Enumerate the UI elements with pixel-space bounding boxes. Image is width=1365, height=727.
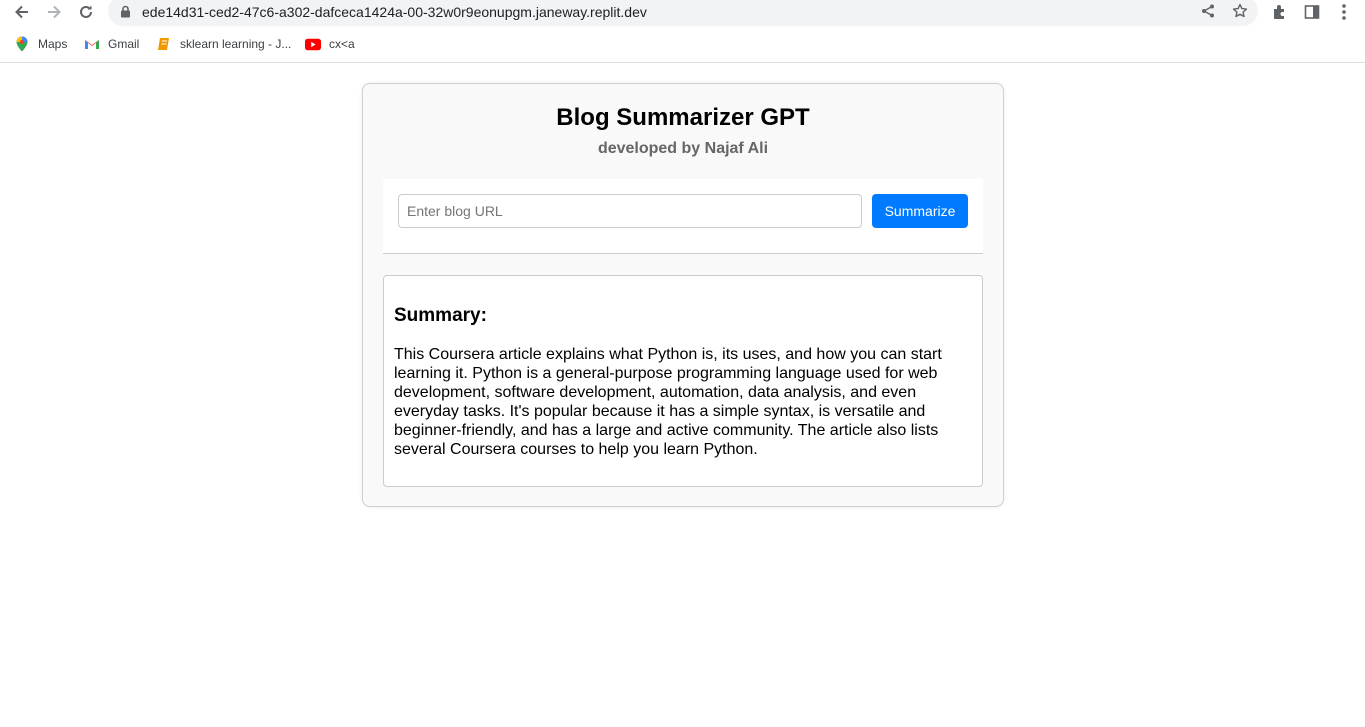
summary-text: This Coursera article explains what Pyth… — [394, 346, 942, 458]
bookmark-label: Maps — [38, 37, 68, 51]
back-icon[interactable] — [11, 1, 33, 23]
reload-icon[interactable] — [75, 1, 97, 23]
gmail-icon — [84, 36, 100, 52]
page-subtitle: developed by Najaf Ali — [597, 140, 769, 157]
summary-panel: Summary: This Coursera article explains … — [383, 275, 983, 487]
bookmark-sklearn[interactable]: sklearn learning - J... — [156, 33, 291, 55]
bookmarks-bar: Maps Gmail sklearn learning - J... cx<a — [0, 33, 1365, 55]
side-panel-icon[interactable] — [1301, 1, 1323, 23]
lock-icon — [120, 5, 131, 23]
summarizer-card: Blog Summarizer GPT developed by Najaf A… — [362, 83, 1004, 507]
summarize-button[interactable]: Summarize — [872, 194, 968, 228]
address-bar[interactable]: ede14d31-ced2-47c6-a302-dafceca1424a-00-… — [108, 0, 1258, 26]
maps-icon — [14, 36, 30, 52]
url-text[interactable]: ede14d31-ced2-47c6-a302-dafceca1424a-00-… — [142, 4, 647, 20]
extensions-icon[interactable] — [1269, 1, 1291, 23]
forward-icon[interactable] — [43, 1, 65, 23]
more-menu-icon[interactable] — [1333, 1, 1355, 23]
blog-url-input[interactable] — [398, 194, 862, 228]
summary-heading: Summary: — [394, 305, 487, 326]
bookmark-star-icon[interactable] — [1230, 1, 1250, 21]
bookmark-label: Gmail — [108, 37, 140, 51]
bookmark-gmail[interactable]: Gmail — [84, 33, 139, 55]
youtube-icon — [305, 36, 321, 52]
share-icon[interactable] — [1198, 1, 1218, 21]
bookmark-label: cx<a — [329, 37, 355, 51]
bookmark-maps[interactable]: Maps — [14, 33, 67, 55]
bookmark-label: sklearn learning - J... — [180, 37, 292, 51]
notebook-icon — [156, 36, 172, 52]
bookmark-youtube[interactable]: cx<a — [305, 33, 355, 55]
url-form: Summarize — [383, 179, 983, 254]
browser-chrome: ede14d31-ced2-47c6-a302-dafceca1424a-00-… — [0, 0, 1365, 63]
page-title: Blog Summarizer GPT — [556, 104, 810, 131]
